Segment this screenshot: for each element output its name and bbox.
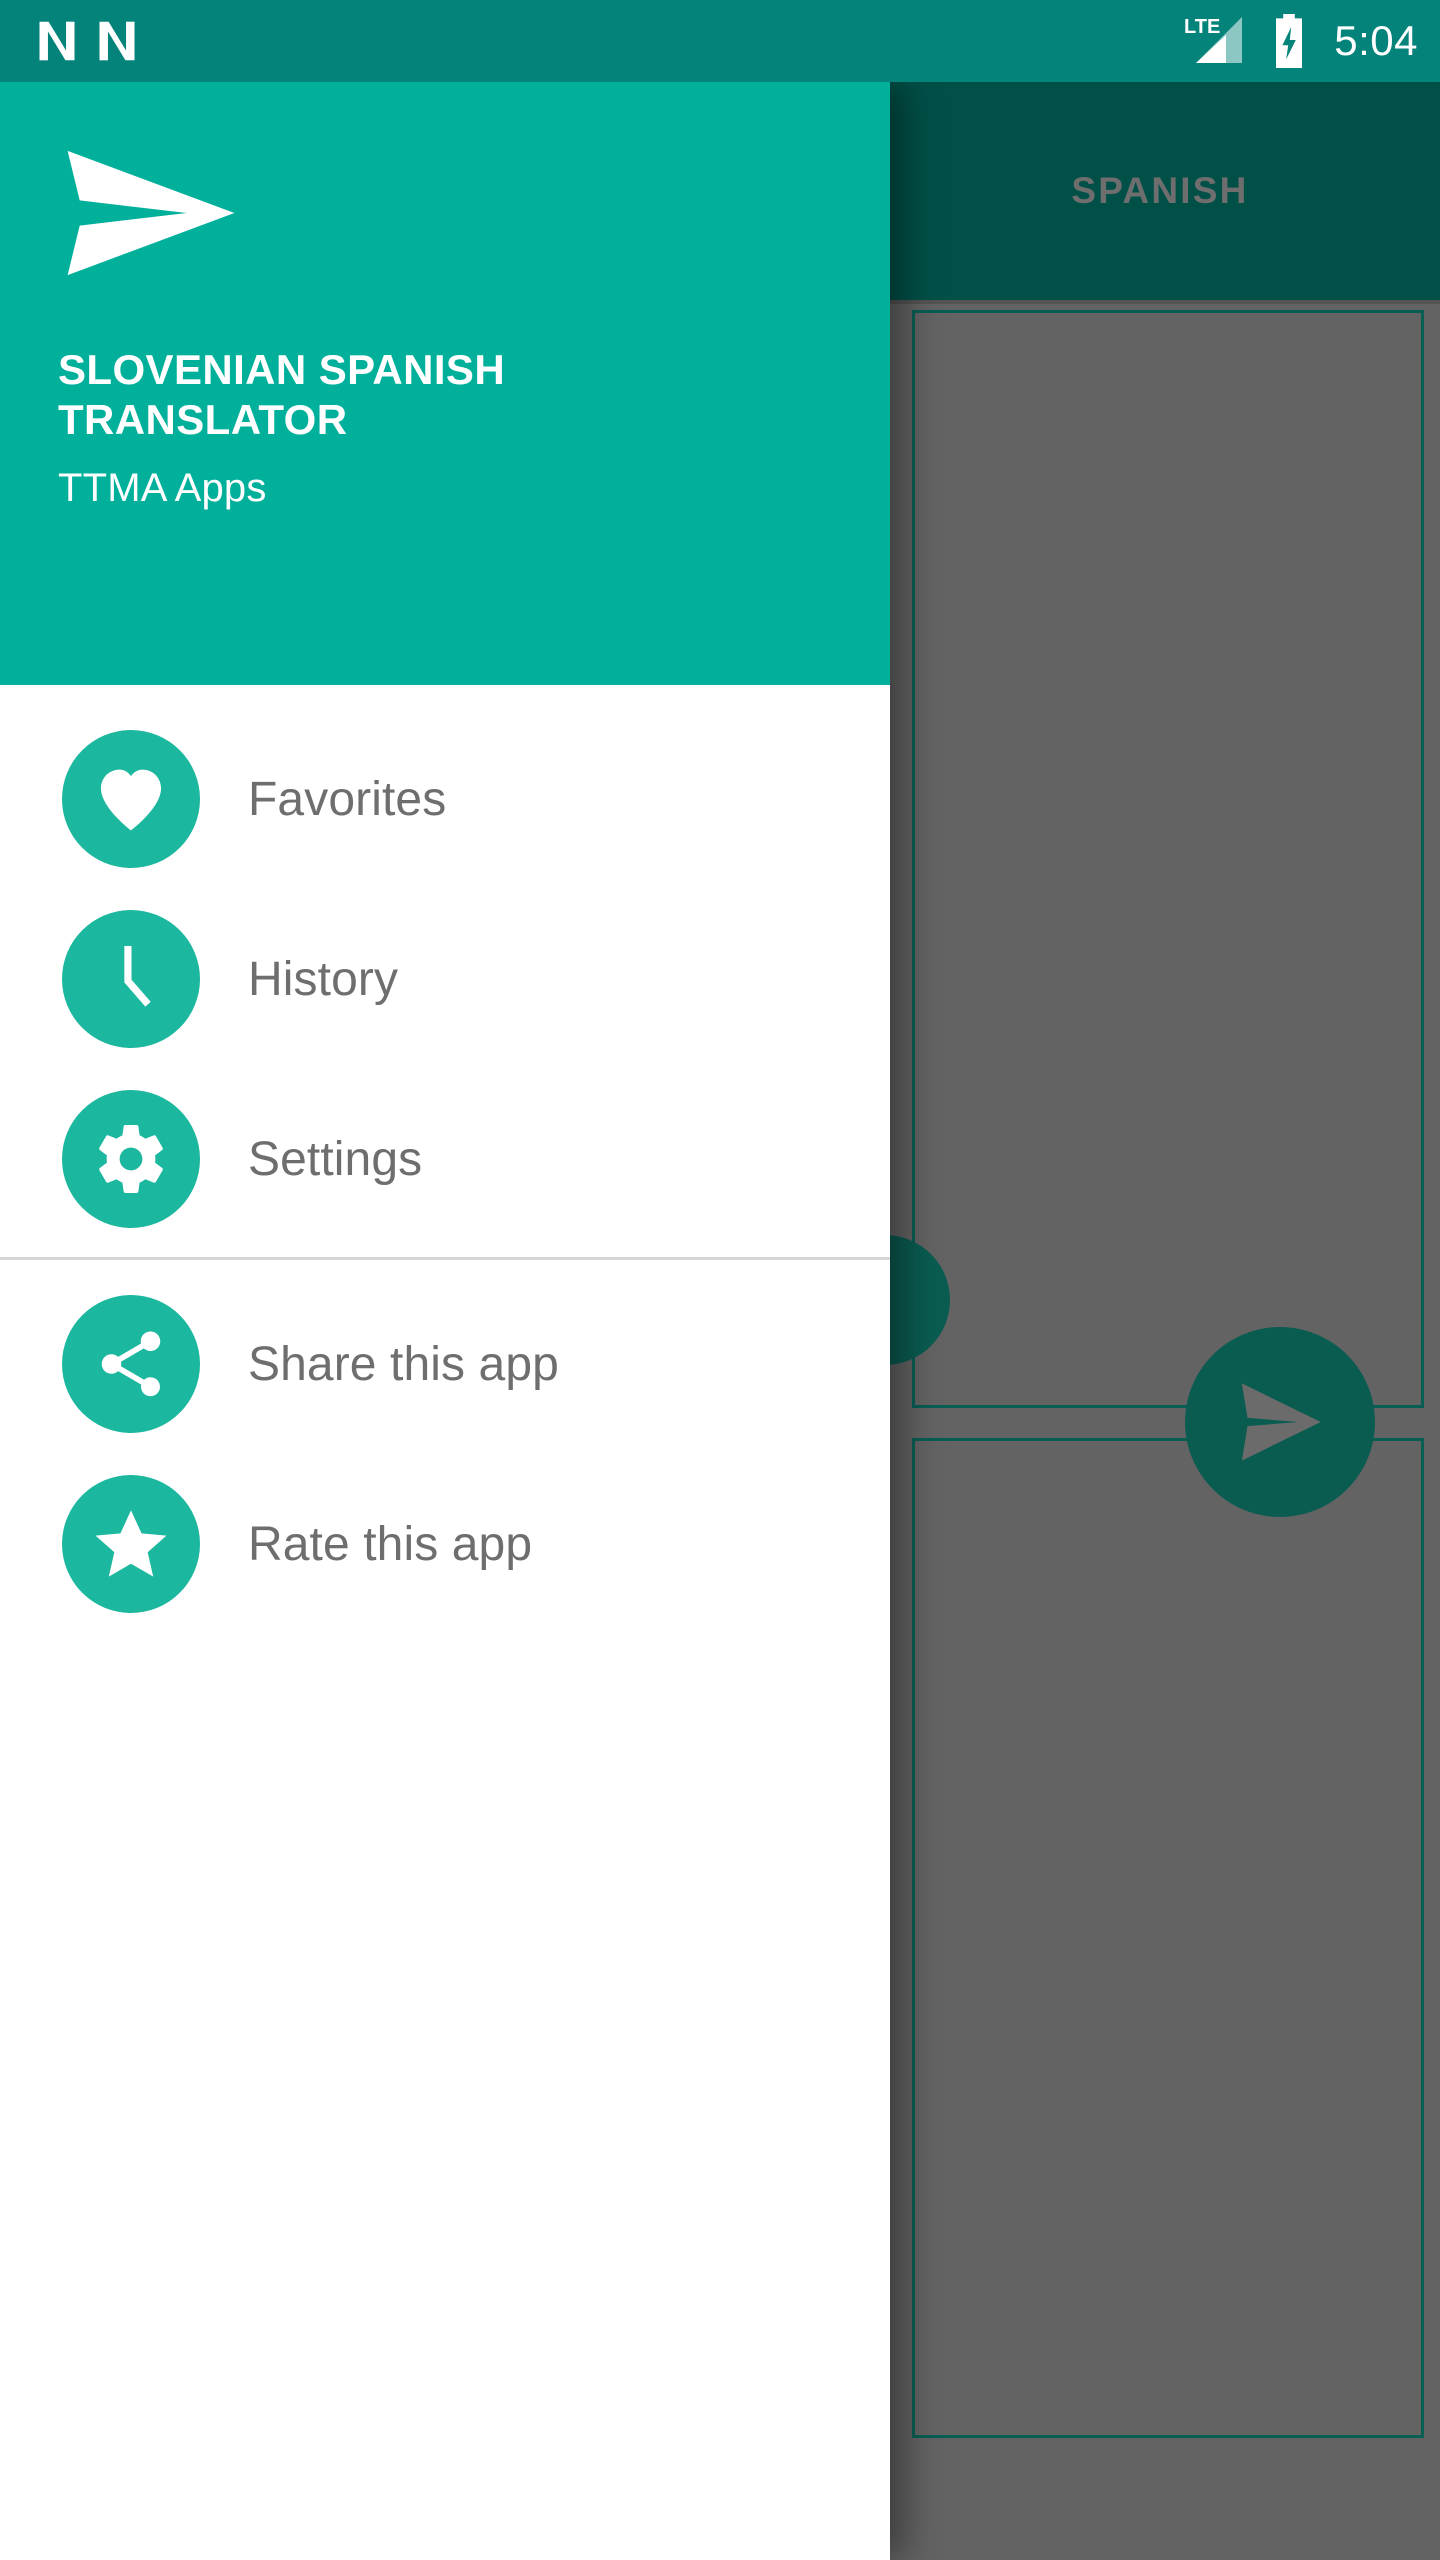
lte-signal-icon: LTE <box>1184 16 1243 63</box>
svg-text:LTE: LTE <box>1184 16 1220 38</box>
android-n-icon <box>99 21 135 61</box>
drawer-menu-list: Favorites History Settings Share this ap… <box>0 685 890 1634</box>
send-paper-plane-logo <box>67 150 235 276</box>
status-bar-clock: 5:04 <box>1334 17 1418 64</box>
status-bar: LTE 5:04 <box>0 0 1440 82</box>
tab-spanish[interactable]: SPANISH <box>880 170 1440 212</box>
drawer-item-rate-app[interactable]: Rate this app <box>0 1454 890 1634</box>
drawer-item-settings[interactable]: Settings <box>0 1069 890 1249</box>
share-icon <box>62 1295 200 1433</box>
status-bar-right-icons: LTE 5:04 <box>1182 12 1418 70</box>
heart-icon <box>62 730 200 868</box>
translated-text-card[interactable] <box>912 1438 1424 2438</box>
gear-icon <box>62 1090 200 1228</box>
status-bar-left-icons <box>36 18 138 64</box>
drawer-app-developer: TTMA Apps <box>58 466 267 511</box>
drawer-divider <box>0 1257 890 1260</box>
drawer-item-share-app[interactable]: Share this app <box>0 1274 890 1454</box>
drawer-item-history[interactable]: History <box>0 889 890 1069</box>
android-n-icon <box>39 21 75 61</box>
drawer-header: SLOVENIAN SPANISH TRANSLATOR TTMA Apps <box>0 82 890 685</box>
drawer-app-title: SLOVENIAN SPANISH TRANSLATOR <box>58 346 506 443</box>
translate-fab[interactable] <box>1185 1327 1375 1517</box>
drawer-item-label: Settings <box>248 1132 423 1186</box>
drawer-item-label: History <box>248 952 399 1006</box>
star-icon <box>62 1475 200 1613</box>
drawer-item-label: Rate this app <box>248 1517 533 1571</box>
clock-icon <box>62 910 200 1048</box>
drawer-item-favorites[interactable]: Favorites <box>0 709 890 889</box>
drawer-item-label: Favorites <box>248 772 447 826</box>
drawer-item-label: Share this app <box>248 1337 559 1391</box>
source-text-card[interactable] <box>912 310 1424 1408</box>
navigation-drawer[interactable]: SLOVENIAN SPANISH TRANSLATOR TTMA Apps F… <box>0 82 890 2560</box>
battery-charging-icon <box>1276 14 1303 68</box>
send-icon <box>1241 1383 1321 1461</box>
